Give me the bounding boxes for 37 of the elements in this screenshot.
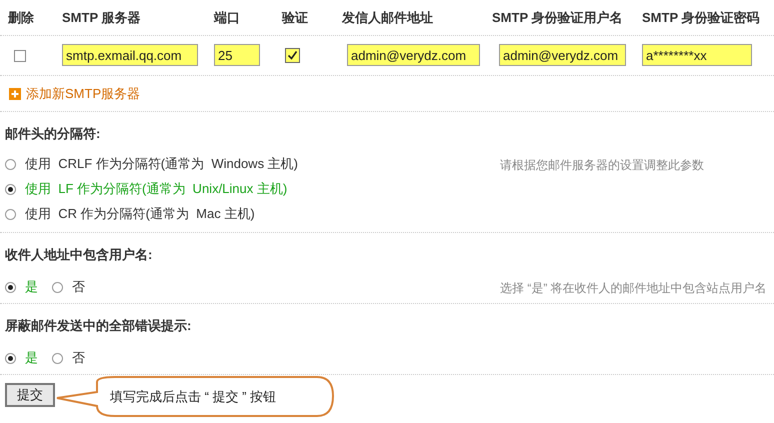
callout-text: 填写完成后点击 “ 提交 ” 按钮 bbox=[110, 388, 276, 406]
column-header: SMTP 身份验证密码 bbox=[642, 10, 760, 25]
checkbox[interactable] bbox=[14, 50, 26, 62]
text-field[interactable]: smtp.exmail.qq.com bbox=[62, 44, 198, 66]
radio-button[interactable] bbox=[52, 282, 63, 292]
text-field[interactable]: admin@verydz.com bbox=[499, 44, 626, 66]
radio-button[interactable] bbox=[5, 158, 16, 170]
hint-text: 选择 “是” 将在收件人的邮件地址中包含站点用户名 bbox=[500, 280, 767, 297]
radio-button[interactable] bbox=[5, 208, 16, 220]
option-label: 否 bbox=[72, 278, 85, 296]
section-title: 屏蔽邮件发送中的全部错误提示: bbox=[5, 317, 192, 335]
column-header: SMTP 身份验证用户名 bbox=[492, 10, 622, 25]
radio-button[interactable] bbox=[5, 282, 16, 292]
option-label: 使用 CR 作为分隔符(通常为 Mac 主机) bbox=[25, 205, 255, 224]
plus-icon bbox=[9, 88, 21, 100]
option-label: 使用 CRLF 作为分隔符(通常为 Windows 主机) bbox=[25, 155, 298, 174]
text-field[interactable]: admin@verydz.com bbox=[347, 44, 480, 66]
option-label: 是 bbox=[25, 349, 38, 368]
column-header: 端口 bbox=[214, 10, 240, 25]
submit-button[interactable]: 提交 bbox=[5, 383, 55, 407]
text-field[interactable]: a********xx bbox=[642, 44, 752, 66]
section-title: 邮件头的分隔符: bbox=[5, 125, 102, 143]
radio-button[interactable] bbox=[5, 352, 16, 364]
column-header: SMTP 服务器 bbox=[62, 10, 140, 25]
section-title: 收件人地址中包含用户名: bbox=[5, 246, 154, 264]
text-field[interactable]: 25 bbox=[214, 44, 260, 66]
radio-button[interactable] bbox=[5, 184, 16, 194]
hint-text: 请根据您邮件服务器的设置调整此参数 bbox=[500, 157, 704, 174]
checkbox[interactable] bbox=[285, 48, 300, 63]
add-server-link[interactable]: 添加新SMTP服务器 bbox=[26, 84, 140, 104]
radio-button[interactable] bbox=[52, 352, 63, 364]
option-label: 否 bbox=[72, 349, 85, 368]
option-label: 使用 LF 作为分隔符(通常为 Unix/Linux 主机) bbox=[25, 180, 288, 198]
option-label: 是 bbox=[25, 278, 38, 296]
column-header: 发信人邮件地址 bbox=[342, 10, 433, 25]
column-header: 验证 bbox=[282, 10, 308, 25]
column-header: 删除 bbox=[8, 10, 34, 25]
